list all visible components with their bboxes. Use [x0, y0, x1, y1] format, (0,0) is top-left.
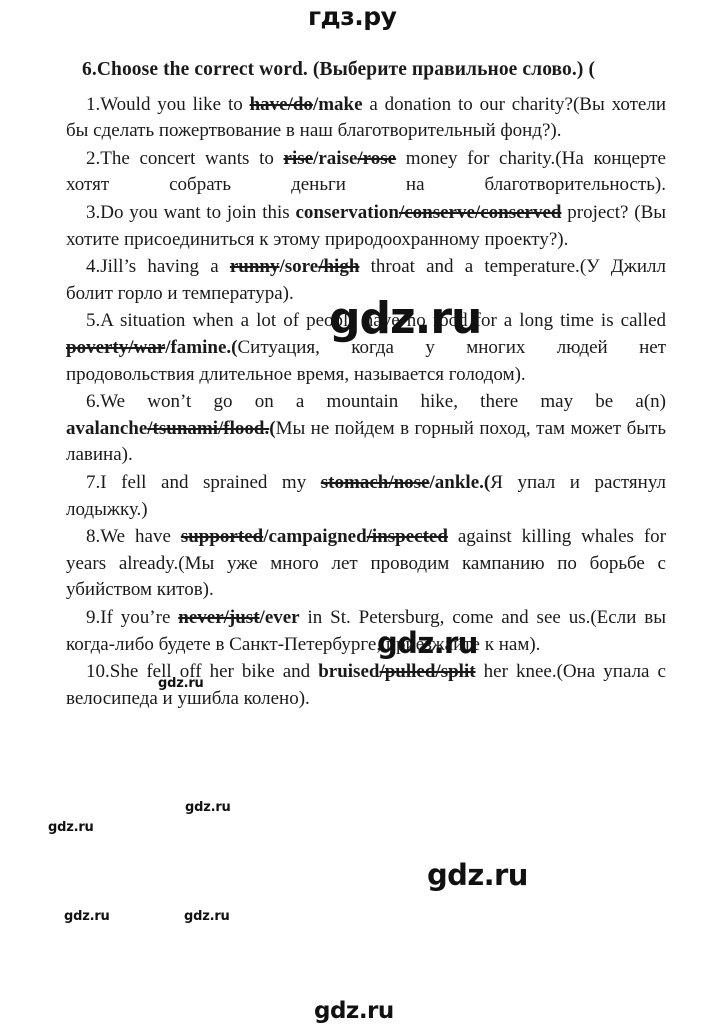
item-chosen-option: sore [284, 256, 319, 278]
item-lead-en: Jill’s having a [100, 256, 230, 278]
item-number: 1. [86, 93, 101, 115]
item-struck-option: /pulled/split [379, 661, 476, 683]
exercise-body: 6.Choose the correct word. (Выберите пра… [66, 56, 666, 713]
exercise-item: 1.Would you like to have/do/make a donat… [66, 92, 666, 145]
item-chosen-option: conservation [295, 202, 399, 224]
item-number: 4. [86, 256, 101, 278]
item-chosen-option: campaigned [268, 526, 367, 548]
item-chosen-option: famine.( [170, 337, 238, 359]
item-tail-en: project? [561, 202, 629, 224]
item-chosen-option: raise [318, 147, 358, 169]
item-struck-option-2: /rose [357, 147, 397, 169]
item-lead-en: If you’re [100, 606, 179, 628]
exercise-item: 9.If you’re never/just/ever in St. Peter… [66, 605, 666, 658]
item-struck-option: /tsunami/flood. [147, 417, 270, 439]
task-title-en: 6.Choose the correct word. [82, 59, 308, 80]
page-header: гдз.ру [0, 0, 720, 44]
item-lead-en: I fell and sprained my [100, 472, 321, 493]
item-lead-en: We won’t go on a mountain hike, there ma… [100, 391, 666, 413]
item-tail-en: in St. Petersburg, come and see us. [299, 606, 591, 628]
exercise-item: 8.We have supported/campaigned/inspected… [66, 524, 666, 604]
watermark-gdz-ru: gdz.ru [427, 858, 528, 892]
item-struck-option: poverty/war [66, 337, 166, 359]
watermark-gdz-ru: gdz.ru [185, 800, 231, 815]
item-struck-option: have/do [249, 93, 313, 115]
item-struck-option: rise [283, 147, 314, 169]
item-number: 3. [86, 202, 101, 224]
item-lead-en: The concert wants to [100, 147, 284, 169]
item-struck-option: supported [180, 526, 264, 548]
item-chosen-option: ankle.( [434, 472, 491, 493]
watermark-gdz-ru: gdz.ru [48, 820, 94, 835]
item-chosen-option: make [318, 93, 363, 115]
item-number: 9. [86, 606, 101, 628]
exercise-item: 3.Do you want to join this conservation/… [66, 200, 666, 253]
exercise-item: 7.I fell and sprained my stomach/nose/an… [66, 470, 666, 523]
item-lead-en: Would you like to [100, 93, 250, 115]
exercise-item: 4.Jill’s having a runny/sore/high throat… [66, 254, 666, 307]
item-struck-option-2: /inspected [366, 526, 448, 548]
item-struck-option: never/just [178, 606, 260, 628]
exercise-item: 2.The concert wants to rise/raise/rose m… [66, 146, 666, 199]
item-tail-en: throat and a temperature. [359, 256, 580, 278]
item-number: 7. [86, 472, 101, 493]
item-chosen-option: avalanche [66, 417, 148, 439]
task-title: 6.Choose the correct word. (Выберите пра… [66, 56, 666, 84]
exercise-item: 5.A situation when a lot of people have … [66, 308, 666, 388]
watermark-gdz-ru: gdz.ru [184, 909, 230, 924]
item-number: 6. [86, 391, 101, 413]
item-struck-option: runny [229, 256, 280, 278]
item-struck-option: stomach/nose [320, 472, 430, 493]
item-lead-en: She fell off her bike and [109, 661, 319, 683]
item-lead-en: A situation when a lot of people have no… [100, 310, 666, 332]
item-tail-en: a donation to our charity? [362, 93, 573, 115]
task-title-trailing: ( [588, 59, 596, 80]
exercise-item-list: 1.Would you like to have/do/make a donat… [66, 92, 666, 713]
exercise-item: 10.She fell off her bike and bruised/pul… [66, 659, 666, 712]
item-tail-en: money for charity. [396, 147, 556, 169]
item-number: 2. [86, 147, 101, 169]
item-lead-en: We have [100, 526, 181, 548]
item-number: 8. [86, 526, 101, 548]
watermark-gdz-ru: gdz.ru [64, 909, 110, 924]
task-title-ru: (Выберите правильное слово.) [312, 59, 584, 80]
item-number: 5. [86, 310, 101, 332]
item-struck-option-2: /high [318, 256, 360, 278]
item-number: 10. [86, 661, 110, 683]
item-tail-en: her knee. [475, 661, 557, 683]
item-lead-en: Do you want to join this [100, 202, 296, 224]
exercise-item: 6.We won’t go on a mountain hike, there … [66, 389, 666, 469]
item-chosen-option: ever [264, 606, 300, 628]
item-struck-option: /conserve/conserved [398, 202, 562, 224]
site-logo[interactable]: гдз.ру [308, 2, 397, 31]
watermark-gdz-ru-footer: gdz.ru [314, 998, 394, 1024]
item-chosen-option: bruised [318, 661, 380, 683]
